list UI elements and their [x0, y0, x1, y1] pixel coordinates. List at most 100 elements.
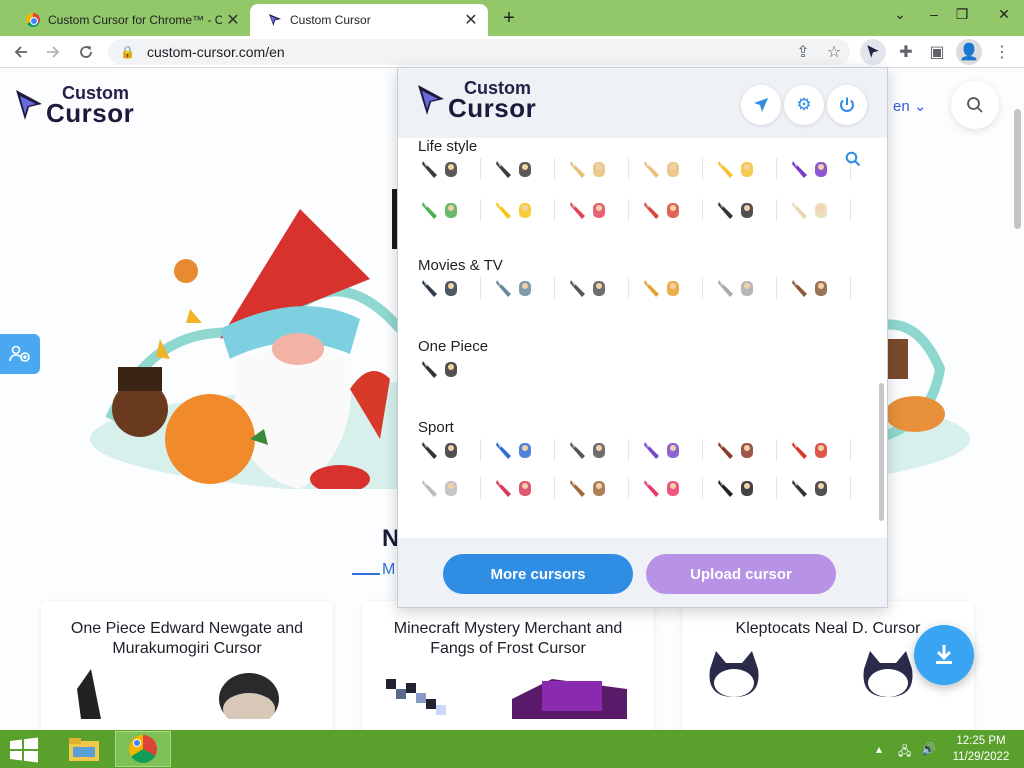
cursor-pack-item[interactable] — [790, 475, 840, 501]
language-selector[interactable]: en ⌄ — [893, 97, 926, 115]
cursor-pack-item[interactable] — [642, 475, 692, 501]
restore-button[interactable]: ❐ — [944, 0, 980, 28]
cursor-pack-item[interactable] — [420, 475, 470, 501]
cursor-pack-item[interactable] — [494, 475, 544, 501]
cursor-card[interactable]: Minecraft Mystery Merchant and Fangs of … — [362, 601, 654, 730]
community-button[interactable] — [0, 334, 40, 374]
pointer-thumbnail-icon — [815, 281, 827, 296]
folder-icon — [69, 738, 99, 761]
tab-search-chevron-icon[interactable]: ⌄ — [882, 0, 918, 28]
pointer-thumbnail-icon — [815, 203, 827, 218]
cursor-pack-item[interactable] — [716, 197, 766, 223]
close-tab-icon[interactable]: ✕ — [460, 9, 482, 31]
cursor-thumbnail-icon — [792, 280, 807, 297]
cursor-pack-item[interactable] — [494, 197, 544, 223]
pack-divider — [480, 477, 481, 499]
cursor-pack-item[interactable] — [642, 437, 692, 463]
cursor-pack-item[interactable] — [790, 437, 840, 463]
cursor-pack-item[interactable] — [716, 437, 766, 463]
site-search-button[interactable] — [951, 81, 999, 129]
cursor-pack-item[interactable] — [494, 275, 544, 301]
pointer-thumbnail-icon — [741, 281, 753, 296]
cursor-pack-item[interactable] — [790, 156, 840, 182]
cursor-pack-item[interactable] — [494, 156, 544, 182]
popup-scrollbar[interactable] — [879, 383, 884, 521]
cursor-thumbnail-icon — [422, 161, 437, 178]
close-window-button[interactable]: ✕ — [984, 0, 1024, 28]
volume-icon[interactable]: 🔊 — [921, 742, 936, 756]
cursor-pack-item[interactable] — [420, 437, 470, 463]
card-title: One Piece Edward Newgate and Murakumogir… — [70, 620, 304, 657]
new-tab-button[interactable]: + — [497, 6, 521, 30]
cursor-pack-item[interactable] — [420, 356, 470, 382]
cursor-card[interactable]: One Piece Edward Newgate and Murakumogir… — [41, 601, 333, 730]
settings-button[interactable]: ⚙ — [784, 85, 824, 125]
section-subheading-link[interactable]: M — [382, 561, 395, 579]
network-icon[interactable]: 🖧 — [898, 742, 911, 763]
tab-custom-cursor[interactable]: Custom Cursor ✕ — [250, 4, 488, 36]
cursor-thumbnail-icon — [422, 361, 437, 378]
cursor-pack-item[interactable] — [568, 197, 618, 223]
cursor-pack-item[interactable] — [494, 437, 544, 463]
pointer-thumbnail-icon — [593, 281, 605, 296]
pointer-thumbnail-icon — [667, 481, 679, 496]
file-explorer-taskbar-button[interactable] — [56, 731, 112, 767]
page-scrollbar[interactable] — [1014, 109, 1021, 229]
cursor-pack-item[interactable] — [420, 275, 470, 301]
cursor-pack-item[interactable] — [642, 156, 692, 182]
more-cursors-button[interactable]: More cursors — [443, 554, 633, 594]
search-icon — [845, 151, 861, 167]
windows-start-icon[interactable] — [8, 736, 40, 764]
reload-button[interactable] — [73, 39, 99, 65]
cursor-pack-item[interactable] — [568, 437, 618, 463]
cursor-pack-item[interactable] — [568, 156, 618, 182]
custom-cursor-logo-icon — [16, 90, 42, 120]
extension-popup: Custom Cursor ⚙ Life style Movies & TV O… — [397, 67, 888, 608]
cursor-pack-item[interactable] — [716, 475, 766, 501]
back-button[interactable] — [8, 39, 34, 65]
popup-search-icon[interactable] — [845, 151, 861, 171]
cursor-arrow-icon — [867, 45, 879, 58]
close-tab-icon[interactable]: ✕ — [222, 9, 244, 31]
cursor-pack-item[interactable] — [716, 156, 766, 182]
pointer-thumbnail-icon — [741, 203, 753, 218]
pack-divider — [702, 477, 703, 499]
pointer-thumbnail-icon — [593, 481, 605, 496]
clock-time: 12:25 PM — [956, 735, 1006, 747]
custom-cursor-extension-button[interactable] — [860, 39, 886, 65]
site-logo[interactable]: Custom Cursor — [14, 84, 134, 126]
cursor-pack-item[interactable] — [420, 156, 470, 182]
cursor-pack-item[interactable] — [642, 197, 692, 223]
address-bar[interactable]: 🔒 custom-cursor.com/en — [108, 39, 850, 65]
cursor-pack-item[interactable] — [642, 275, 692, 301]
side-panel-icon[interactable]: ▣ — [924, 39, 950, 65]
card-preview-image — [77, 669, 279, 725]
cursor-collection-list: Life style Movies & TV One Piece Sport — [398, 138, 887, 538]
cursor-thumbnail-icon — [570, 161, 585, 178]
profile-avatar-icon[interactable]: 👤 — [956, 39, 982, 65]
cursor-pack-item[interactable] — [716, 275, 766, 301]
cursor-mode-button[interactable] — [741, 85, 781, 125]
cursor-pack-item[interactable] — [568, 275, 618, 301]
system-clock[interactable]: 12:25 PM 11/29/2022 — [944, 733, 1018, 765]
pack-divider — [628, 199, 629, 221]
custom-cursor-logo-icon — [418, 85, 444, 115]
forward-button[interactable] — [40, 39, 66, 65]
cursor-pack-item[interactable] — [790, 197, 840, 223]
download-extension-button[interactable] — [914, 625, 974, 685]
cursor-pack-item[interactable] — [568, 475, 618, 501]
extensions-puzzle-icon[interactable]: ✚ — [893, 39, 919, 65]
cursor-thumbnail-icon — [718, 280, 733, 297]
power-toggle-button[interactable] — [827, 85, 867, 125]
cursor-pack-item[interactable] — [420, 197, 470, 223]
share-icon[interactable]: ⇪ — [790, 39, 816, 65]
cursor-pack-item[interactable] — [790, 275, 840, 301]
cursor-thumbnail-icon — [644, 480, 659, 497]
tray-overflow-chevron-icon[interactable]: ▴ — [876, 742, 882, 756]
chrome-icon — [129, 735, 157, 763]
tab-custom-cursor-for-chrome[interactable]: Custom Cursor for Chrome™ - C ✕ — [8, 4, 250, 36]
upload-cursor-button[interactable]: Upload cursor — [646, 554, 836, 594]
bookmark-star-icon[interactable]: ☆ — [821, 39, 847, 65]
menu-kebab-icon[interactable]: ⋮ — [989, 39, 1015, 65]
chrome-taskbar-button[interactable] — [115, 731, 171, 767]
